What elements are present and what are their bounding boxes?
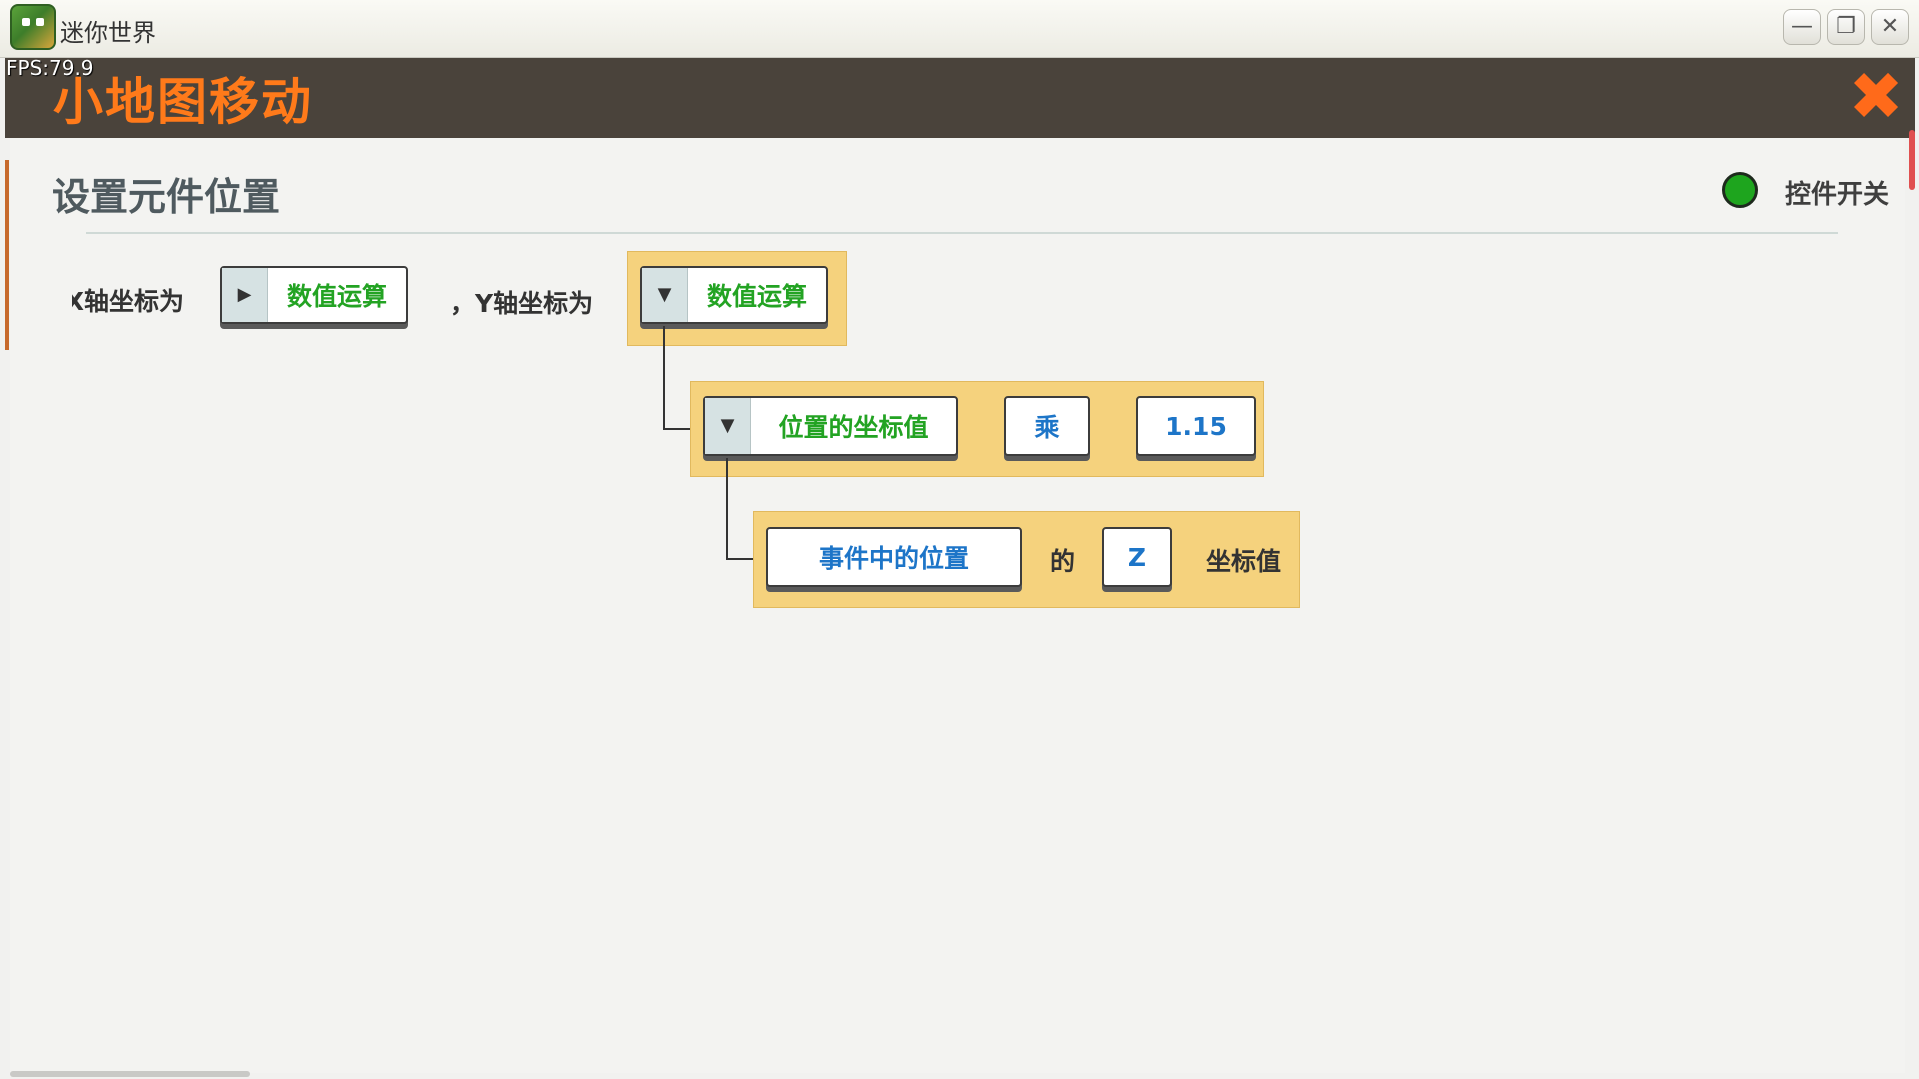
- close-icon[interactable]: ✖: [1845, 64, 1907, 130]
- editor-header: 小地图移动 ✖: [5, 58, 1915, 138]
- x-operation-label: 数值运算: [286, 282, 387, 311]
- axis-select-button[interactable]: Z: [1102, 527, 1172, 587]
- of-label: 的: [1050, 547, 1076, 576]
- y-axis-label: ，Y轴坐标为: [450, 289, 594, 318]
- x-value-operation-button[interactable]: ▶ 数值运算: [220, 266, 408, 324]
- tree-connector: [663, 326, 693, 430]
- position-coordinate-label: 位置的坐标值: [778, 413, 929, 442]
- window-title: 迷你世界: [60, 19, 156, 47]
- control-toggle-label[interactable]: 控件开关: [1785, 174, 1889, 211]
- factor-value-label: 1.15: [1165, 411, 1227, 441]
- window-close-button[interactable]: ✕: [1871, 9, 1909, 45]
- chevron-down-icon[interactable]: ▼: [642, 268, 688, 322]
- window-titlebar: 迷你世界 — ❐ ✕: [0, 0, 1919, 58]
- event-position-button[interactable]: 事件中的位置: [766, 527, 1022, 587]
- x-label-clip: X轴坐标为: [72, 280, 192, 320]
- x-axis-label: X轴坐标为: [72, 287, 184, 316]
- expand-right-icon[interactable]: ▶: [222, 268, 268, 322]
- vertical-scrollbar[interactable]: [1909, 110, 1915, 1070]
- horizontal-scrollbar[interactable]: [10, 1071, 250, 1077]
- scrollbar-thumb[interactable]: [1909, 130, 1915, 190]
- operator-label: 乘: [1034, 413, 1060, 442]
- coordinate-value-label: 坐标值: [1206, 547, 1282, 576]
- left-edge-accent: [5, 160, 9, 350]
- factor-value-button[interactable]: 1.15: [1136, 396, 1256, 456]
- section-title: 设置元件位置: [52, 175, 281, 219]
- y-value-operation-button[interactable]: ▼ 数值运算: [640, 266, 828, 324]
- tree-connector: [726, 458, 756, 560]
- app-logo-icon: [10, 4, 56, 50]
- fps-counter: FPS:79.9: [6, 56, 94, 80]
- axis-select-label: Z: [1127, 542, 1147, 572]
- control-toggle-indicator[interactable]: [1722, 172, 1758, 208]
- chevron-down-icon[interactable]: ▼: [705, 398, 751, 454]
- event-position-label: 事件中的位置: [818, 544, 969, 573]
- restore-button[interactable]: ❐: [1827, 9, 1865, 45]
- y-operation-label: 数值运算: [706, 282, 807, 311]
- operator-button[interactable]: 乘: [1004, 396, 1090, 456]
- position-coordinate-button[interactable]: ▼ 位置的坐标值: [703, 396, 958, 456]
- section-divider: [86, 232, 1838, 234]
- minimize-button[interactable]: —: [1783, 9, 1821, 45]
